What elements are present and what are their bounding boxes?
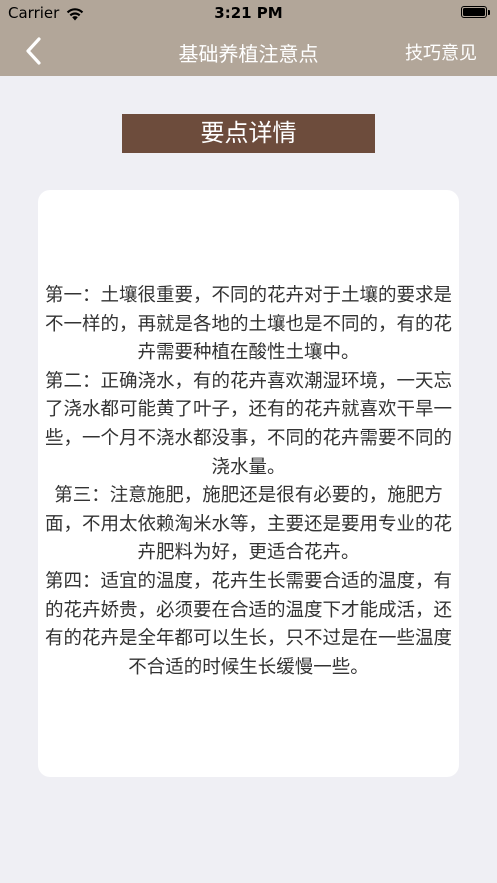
tips-feedback-button[interactable]: 技巧意见 (405, 39, 477, 65)
navigation-bar: 基础养植注意点 技巧意见 (0, 26, 497, 76)
paragraph-4: 第四：适宜的温度，花卉生长需要合适的温度，有的花卉娇贵，必须要在合适的温度下才能… (44, 570, 452, 678)
paragraph-3: 第三：注意施肥，施肥还是很有必要的，施肥方面，不用太依赖淘米水等，主要还是要用专… (44, 485, 452, 564)
paragraph-2: 第二：正确浇水，有的花卉喜欢潮湿环境，一天忘了浇水都可能黄了叶子，还有的花卉就喜… (44, 370, 452, 478)
content-card: 第一：土壤很重要，不同的花卉对于土壤的要求是不一样的，再就是各地的土壤也是不同的… (38, 190, 459, 777)
status-time: 3:21 PM (214, 4, 283, 22)
status-bar: Carrier 3:21 PM (0, 0, 497, 26)
content-text: 第一：土壤很重要，不同的花卉对于土壤的要求是不一样的，再就是各地的土壤也是不同的… (44, 282, 453, 682)
section-header: 要点详情 (122, 114, 375, 153)
paragraph-1: 第一：土壤很重要，不同的花卉对于土壤的要求是不一样的，再就是各地的土壤也是不同的… (44, 285, 452, 364)
battery-icon (461, 6, 490, 18)
